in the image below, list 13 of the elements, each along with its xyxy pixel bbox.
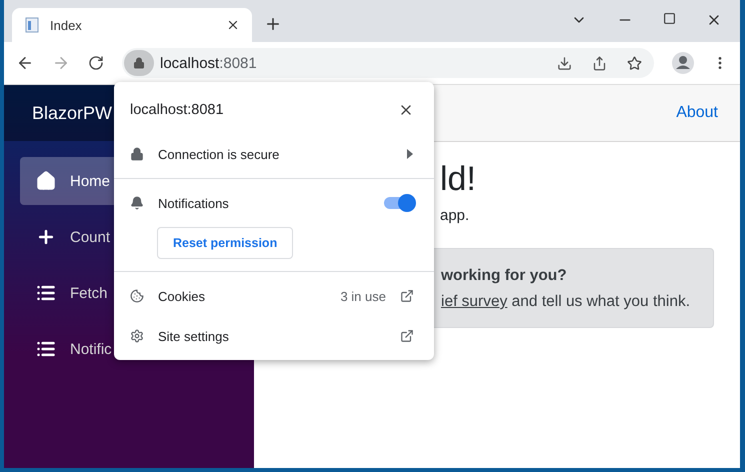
survey-text: ief survey and tell us what you think. (441, 293, 692, 311)
page-heading: ld! (440, 160, 477, 199)
row-label: Connection is secure (158, 146, 280, 162)
intro-text: app. (440, 207, 470, 224)
tab-title: Index (50, 18, 83, 32)
row-label: Notifications (158, 196, 230, 210)
survey-title: working for you? (441, 267, 568, 285)
popup-title: localhost:8081 (130, 102, 224, 118)
row-label: Site settings (158, 328, 230, 344)
brand-title: BlazorPW (32, 102, 112, 124)
url-text: localhost:8081 (160, 54, 258, 72)
row-label: Cookies (158, 288, 206, 304)
usage-count: 3 in use (340, 288, 386, 304)
